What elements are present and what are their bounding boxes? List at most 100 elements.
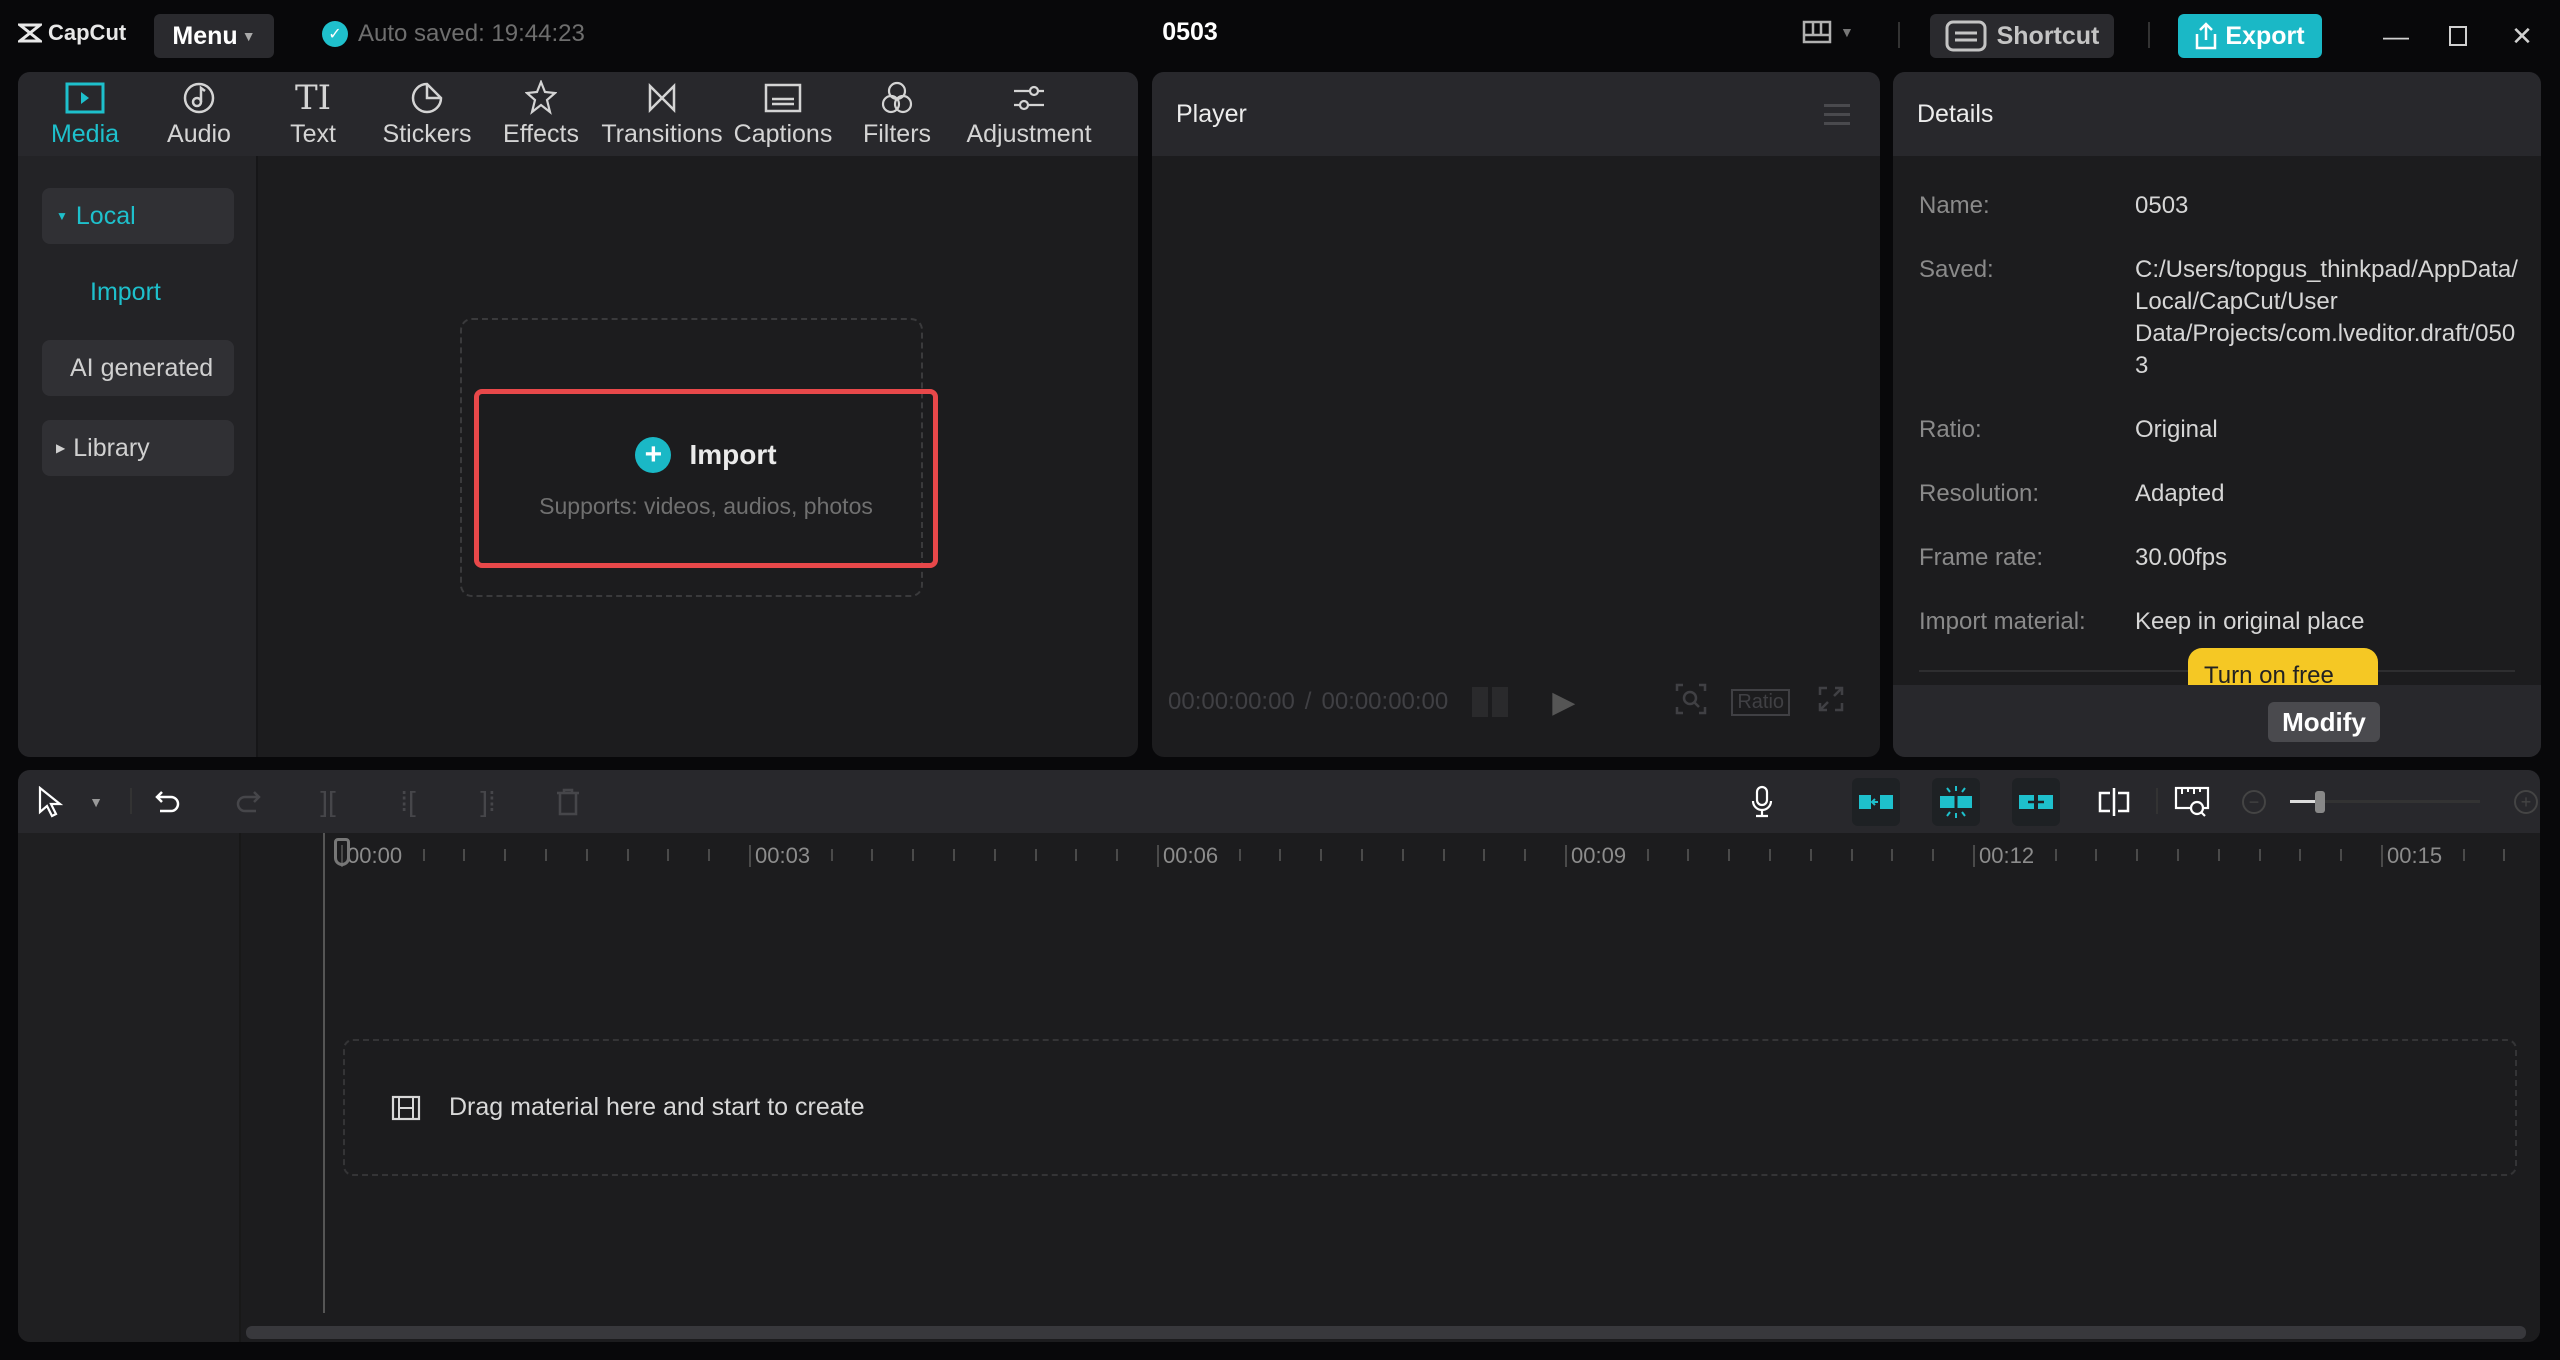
sidebar-item-library[interactable]: ▶ Library <box>42 420 234 476</box>
ruler-minor-tick <box>1401 849 1404 861</box>
delete-left-button[interactable]: ⁞[ <box>388 782 428 822</box>
split-button[interactable]: ][ <box>308 782 348 822</box>
delete-right-button[interactable]: ]⁞ <box>468 782 508 822</box>
layout-icon <box>1802 20 1832 44</box>
player-title: Player <box>1176 99 1247 128</box>
tab-label: Captions <box>733 119 833 148</box>
player-menu-icon[interactable] <box>1824 104 1850 131</box>
timeline-drop-zone[interactable]: Drag material here and start to create <box>343 1039 2517 1176</box>
sidebar-item-label: Local <box>75 201 136 230</box>
delete-button[interactable] <box>548 782 588 822</box>
shortcut-button[interactable]: Shortcut <box>1930 14 2114 58</box>
chevron-down-icon: ▼ <box>241 28 256 44</box>
tab-audio[interactable]: Audio <box>142 72 256 156</box>
ruler-minor-tick <box>585 849 588 861</box>
details-footer <box>1893 685 2541 757</box>
linkage-button[interactable] <box>2012 778 2060 826</box>
minimize-button[interactable]: — <box>2376 18 2416 54</box>
divider <box>1898 22 1900 48</box>
detail-row-resolution: Resolution: Adapted <box>1919 478 2525 510</box>
timeline-zoom-slider[interactable] <box>2290 791 2480 813</box>
close-button[interactable]: ✕ <box>2502 18 2542 54</box>
tab-captions[interactable]: Captions <box>726 72 840 156</box>
import-button[interactable]: + Import Supports: videos, audios, photo… <box>474 389 938 568</box>
player-panel: Player 00:00:00:00 / 00:00:00:00 ▶ Ratio <box>1152 72 1880 757</box>
tab-filters[interactable]: Filters <box>840 72 954 156</box>
timeline-horizontal-scrollbar[interactable] <box>246 1326 2526 1339</box>
tab-media[interactable]: Media <box>28 72 142 156</box>
player-header: Player <box>1152 72 1880 156</box>
title-bar: CapCut Menu ▼ ✓ Auto saved: 19:44:23 050… <box>0 0 2560 70</box>
tab-transitions[interactable]: Transitions <box>598 72 726 156</box>
modify-button[interactable]: Modify <box>2268 702 2380 742</box>
import-supports-text: Supports: videos, audios, photos <box>539 493 873 519</box>
ruler-major-tick <box>2381 845 2383 867</box>
preview-axis-button[interactable] <box>2094 782 2134 822</box>
zoom-out-button[interactable]: − <box>2234 782 2274 822</box>
filters-icon <box>881 81 913 113</box>
zoom-to-fit-button[interactable] <box>2172 782 2212 822</box>
ruler-minor-tick <box>545 849 547 861</box>
sidebar-item-label: Library <box>73 433 150 462</box>
trim-left-icon: ⁞[ <box>400 786 416 817</box>
tab-label: Stickers <box>382 119 472 148</box>
maximize-icon <box>2449 26 2467 46</box>
detail-row-name: Name: 0503 <box>1919 190 2525 222</box>
ruler-minor-tick <box>1769 849 1771 861</box>
zoom-in-button[interactable]: + <box>2506 782 2540 822</box>
sidebar-item-import[interactable]: Import <box>42 264 234 320</box>
select-tool-button[interactable] <box>30 782 70 822</box>
auto-snap-button[interactable] <box>1932 778 1980 826</box>
zoom-preview-icon[interactable] <box>1675 683 1707 722</box>
sidebar-item-ai-generated[interactable]: AI generated <box>42 340 234 396</box>
ruler-major-tick <box>749 845 751 867</box>
zoom-slider-fill <box>2290 800 2315 803</box>
ruler-minor-tick <box>1442 849 1445 861</box>
maximize-button[interactable] <box>2438 18 2478 54</box>
select-tool-dropdown[interactable]: ▼ <box>76 782 116 822</box>
tab-label: Media <box>50 119 120 148</box>
tab-stickers[interactable]: Stickers <box>370 72 484 156</box>
main-track-magnet-button[interactable] <box>1852 778 1900 826</box>
timeline-view-icon[interactable] <box>1472 687 1509 717</box>
tab-text[interactable]: TI Text <box>256 72 370 156</box>
zoom-out-icon: − <box>2242 790 2266 814</box>
layout-button[interactable]: ▼ <box>1802 20 1854 44</box>
ruler-minor-tick <box>993 849 996 861</box>
record-audio-button[interactable] <box>1742 782 1782 822</box>
tab-adjustment[interactable]: Adjustment <box>954 72 1104 156</box>
trim-right-icon: ]⁞ <box>480 786 496 817</box>
playhead-handle[interactable] <box>334 838 350 866</box>
ruler-minor-tick <box>1116 849 1119 861</box>
upload-icon <box>2196 22 2217 50</box>
ruler-minor-tick <box>2340 849 2343 861</box>
tab-label: Transitions <box>601 119 723 148</box>
tab-effects[interactable]: Effects <box>484 72 598 156</box>
ruler-minor-tick <box>1034 849 1037 861</box>
tab-label: Audio <box>167 119 231 148</box>
ratio-button[interactable]: Ratio <box>1731 688 1791 716</box>
ruler-minor-tick <box>2136 849 2139 861</box>
keyboard-icon <box>1945 20 1987 52</box>
magnet-track-icon <box>1859 795 1893 809</box>
check-icon: ✓ <box>322 21 348 47</box>
export-button[interactable]: Export <box>2178 14 2322 58</box>
undo-button[interactable] <box>148 782 188 822</box>
ruler-label: 00:06 <box>1163 843 1219 868</box>
redo-button[interactable] <box>228 782 268 822</box>
ruler-search-icon <box>2174 786 2210 817</box>
detail-value: Original <box>2135 416 2218 443</box>
zoom-slider-handle[interactable] <box>2315 791 2325 813</box>
player-controls: 00:00:00:00 / 00:00:00:00 ▶ Ratio <box>1168 672 1864 732</box>
microphone-icon <box>1751 785 1773 818</box>
time-separator: / <box>1304 688 1312 715</box>
stickers-icon <box>411 82 443 113</box>
fullscreen-icon[interactable] <box>1818 686 1844 719</box>
media-sidebar: ▼ Local Import AI generated ▶ Library <box>18 156 258 757</box>
playhead-line <box>323 833 325 1313</box>
play-icon[interactable]: ▶ <box>1552 685 1575 720</box>
free-layer-tooltip[interactable]: Turn on free layer <box>2188 648 2378 685</box>
ruler-major-tick <box>1973 845 1975 867</box>
menu-button[interactable]: Menu ▼ <box>154 14 274 58</box>
sidebar-item-local[interactable]: ▼ Local <box>42 188 234 244</box>
